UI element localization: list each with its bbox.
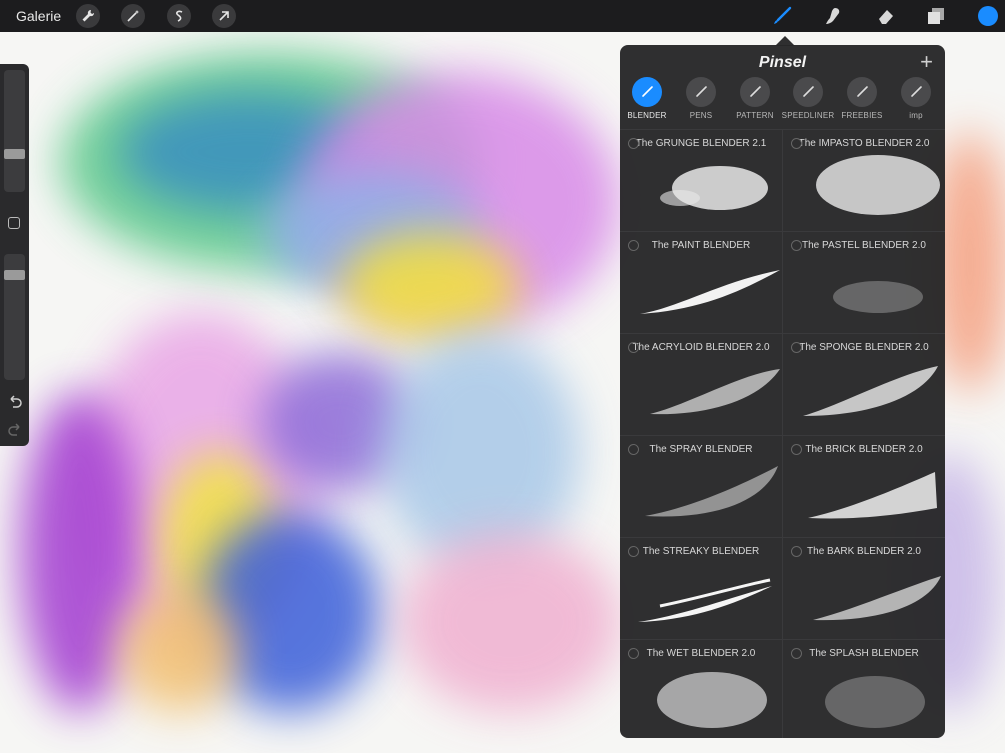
brush-icon[interactable] bbox=[772, 6, 792, 26]
brush-cell[interactable]: The BRICK BLENDER 2.0 bbox=[783, 435, 945, 536]
brush-size-slider[interactable] bbox=[4, 70, 25, 192]
brush-set-label: SPEEDLINER bbox=[781, 111, 835, 120]
brush-checkbox[interactable] bbox=[628, 138, 639, 149]
brush-stroke-preview bbox=[645, 466, 778, 517]
brush-cell[interactable]: The GRUNGE BLENDER 2.1 bbox=[620, 129, 782, 230]
brush-set-pattern[interactable]: PATTERN bbox=[725, 77, 785, 120]
brush-opacity-slider[interactable] bbox=[4, 254, 25, 380]
brush-stroke-preview bbox=[657, 672, 767, 728]
brush-checkbox[interactable] bbox=[791, 138, 802, 149]
smudge-icon[interactable] bbox=[823, 6, 843, 26]
brush-cell[interactable]: The ACRYLOID BLENDER 2.0 bbox=[620, 333, 782, 434]
brush-sets: BLENDER PENS PATTERN SPEEDLINER FREEBIES… bbox=[620, 77, 945, 123]
brush-set-icon bbox=[911, 86, 922, 97]
brush-name: The PAINT BLENDER bbox=[651, 240, 751, 251]
brush-checkbox[interactable] bbox=[628, 444, 639, 455]
redo-icon[interactable] bbox=[7, 422, 23, 438]
brush-cell[interactable]: The PAINT BLENDER bbox=[620, 231, 782, 332]
brush-library-panel: Pinsel + BLENDER PENS PATTERN SPEEDLINER… bbox=[620, 45, 945, 738]
gallery-button[interactable]: Galerie bbox=[16, 8, 64, 24]
brush-name: The BRICK BLENDER 2.0 bbox=[805, 444, 923, 455]
brush-cell[interactable]: The SPRAY BLENDER bbox=[620, 435, 782, 536]
brush-stroke-preview bbox=[650, 369, 780, 415]
brush-name: The WET BLENDER 2.0 bbox=[646, 648, 756, 659]
brush-cell[interactable]: The BARK BLENDER 2.0 bbox=[783, 537, 945, 638]
left-sidebar bbox=[0, 64, 29, 446]
brush-set-icon bbox=[857, 86, 868, 97]
panel-title: Pinsel bbox=[758, 54, 807, 71]
brush-set-icon bbox=[696, 86, 707, 97]
brush-checkbox[interactable] bbox=[791, 648, 802, 659]
magic-wand-icon[interactable] bbox=[121, 4, 145, 28]
brush-cell[interactable]: The WET BLENDER 2.0 bbox=[620, 639, 782, 738]
brush-checkbox[interactable] bbox=[628, 648, 639, 659]
brush-stroke-preview bbox=[638, 578, 772, 622]
brush-set-icon bbox=[750, 86, 761, 97]
brush-set-label: PATTERN bbox=[736, 111, 774, 120]
brush-checkbox[interactable] bbox=[628, 546, 639, 557]
brush-set-icon bbox=[642, 86, 653, 97]
brush-set-label: FREEBIES bbox=[841, 111, 883, 120]
brush-name: The PASTEL BLENDER 2.0 bbox=[802, 240, 926, 251]
brush-set-freebies[interactable]: FREEBIES bbox=[832, 77, 892, 120]
brush-set-label: imp bbox=[909, 111, 923, 120]
brush-checkbox[interactable] bbox=[628, 342, 639, 353]
undo-icon[interactable] bbox=[7, 394, 23, 410]
plus-icon[interactable]: + bbox=[920, 49, 933, 75]
brush-cell[interactable]: The SPONGE BLENDER 2.0 bbox=[783, 333, 945, 434]
brush-stroke-preview bbox=[660, 166, 768, 210]
brush-name: The SPLASH BLENDER bbox=[809, 648, 919, 659]
brush-cell[interactable]: The PASTEL BLENDER 2.0 bbox=[783, 231, 945, 332]
brush-set-speedliner[interactable]: SPEEDLINER bbox=[778, 77, 838, 120]
brush-stroke-preview bbox=[803, 366, 938, 416]
brush-stroke-preview bbox=[833, 281, 923, 313]
brush-name: The BARK BLENDER 2.0 bbox=[807, 546, 921, 557]
brush-name: The SPONGE BLENDER 2.0 bbox=[799, 342, 929, 353]
layers-icon[interactable] bbox=[926, 6, 946, 26]
brush-name: The ACRYLOID BLENDER 2.0 bbox=[632, 342, 770, 353]
brush-checkbox[interactable] bbox=[628, 240, 639, 251]
brush-name: The STREAKY BLENDER bbox=[642, 546, 760, 557]
brush-stroke-preview bbox=[808, 472, 937, 519]
brush-stroke-preview bbox=[825, 676, 925, 728]
brush-set-label: PENS bbox=[689, 111, 713, 120]
top-toolbar: Galerie bbox=[0, 0, 1005, 32]
brush-name: The SPRAY BLENDER bbox=[649, 444, 753, 455]
brush-opacity-thumb[interactable] bbox=[4, 270, 25, 280]
brush-checkbox[interactable] bbox=[791, 444, 802, 455]
brush-cell[interactable]: The SPLASH BLENDER bbox=[783, 639, 945, 738]
color-picker-button[interactable] bbox=[978, 6, 998, 26]
eraser-icon[interactable] bbox=[876, 6, 896, 26]
brush-stroke-preview bbox=[816, 155, 940, 215]
brush-name: The GRUNGE BLENDER 2.1 bbox=[635, 138, 767, 149]
selection-icon[interactable] bbox=[167, 4, 191, 28]
brush-name: The IMPASTO BLENDER 2.0 bbox=[798, 138, 930, 149]
brush-set-imp[interactable]: imp bbox=[886, 77, 945, 120]
brush-set-pens[interactable]: PENS bbox=[671, 77, 731, 120]
brush-stroke-preview bbox=[640, 270, 780, 314]
brush-set-label: BLENDER bbox=[627, 111, 667, 120]
wrench-icon[interactable] bbox=[76, 4, 100, 28]
brush-checkbox[interactable] bbox=[791, 342, 802, 353]
brush-checkbox[interactable] bbox=[791, 546, 802, 557]
brush-set-icon bbox=[803, 86, 814, 97]
eyedropper-square-button[interactable] bbox=[8, 217, 20, 229]
brush-checkbox[interactable] bbox=[791, 240, 802, 251]
brush-cell[interactable]: The STREAKY BLENDER bbox=[620, 537, 782, 638]
transform-arrow-icon[interactable] bbox=[212, 4, 236, 28]
brush-stroke-preview bbox=[813, 576, 941, 621]
brush-set-blender[interactable]: BLENDER bbox=[620, 77, 677, 120]
brush-cell[interactable]: The IMPASTO BLENDER 2.0 bbox=[783, 129, 945, 230]
grid-divider bbox=[782, 129, 783, 738]
brush-size-thumb[interactable] bbox=[4, 149, 25, 159]
